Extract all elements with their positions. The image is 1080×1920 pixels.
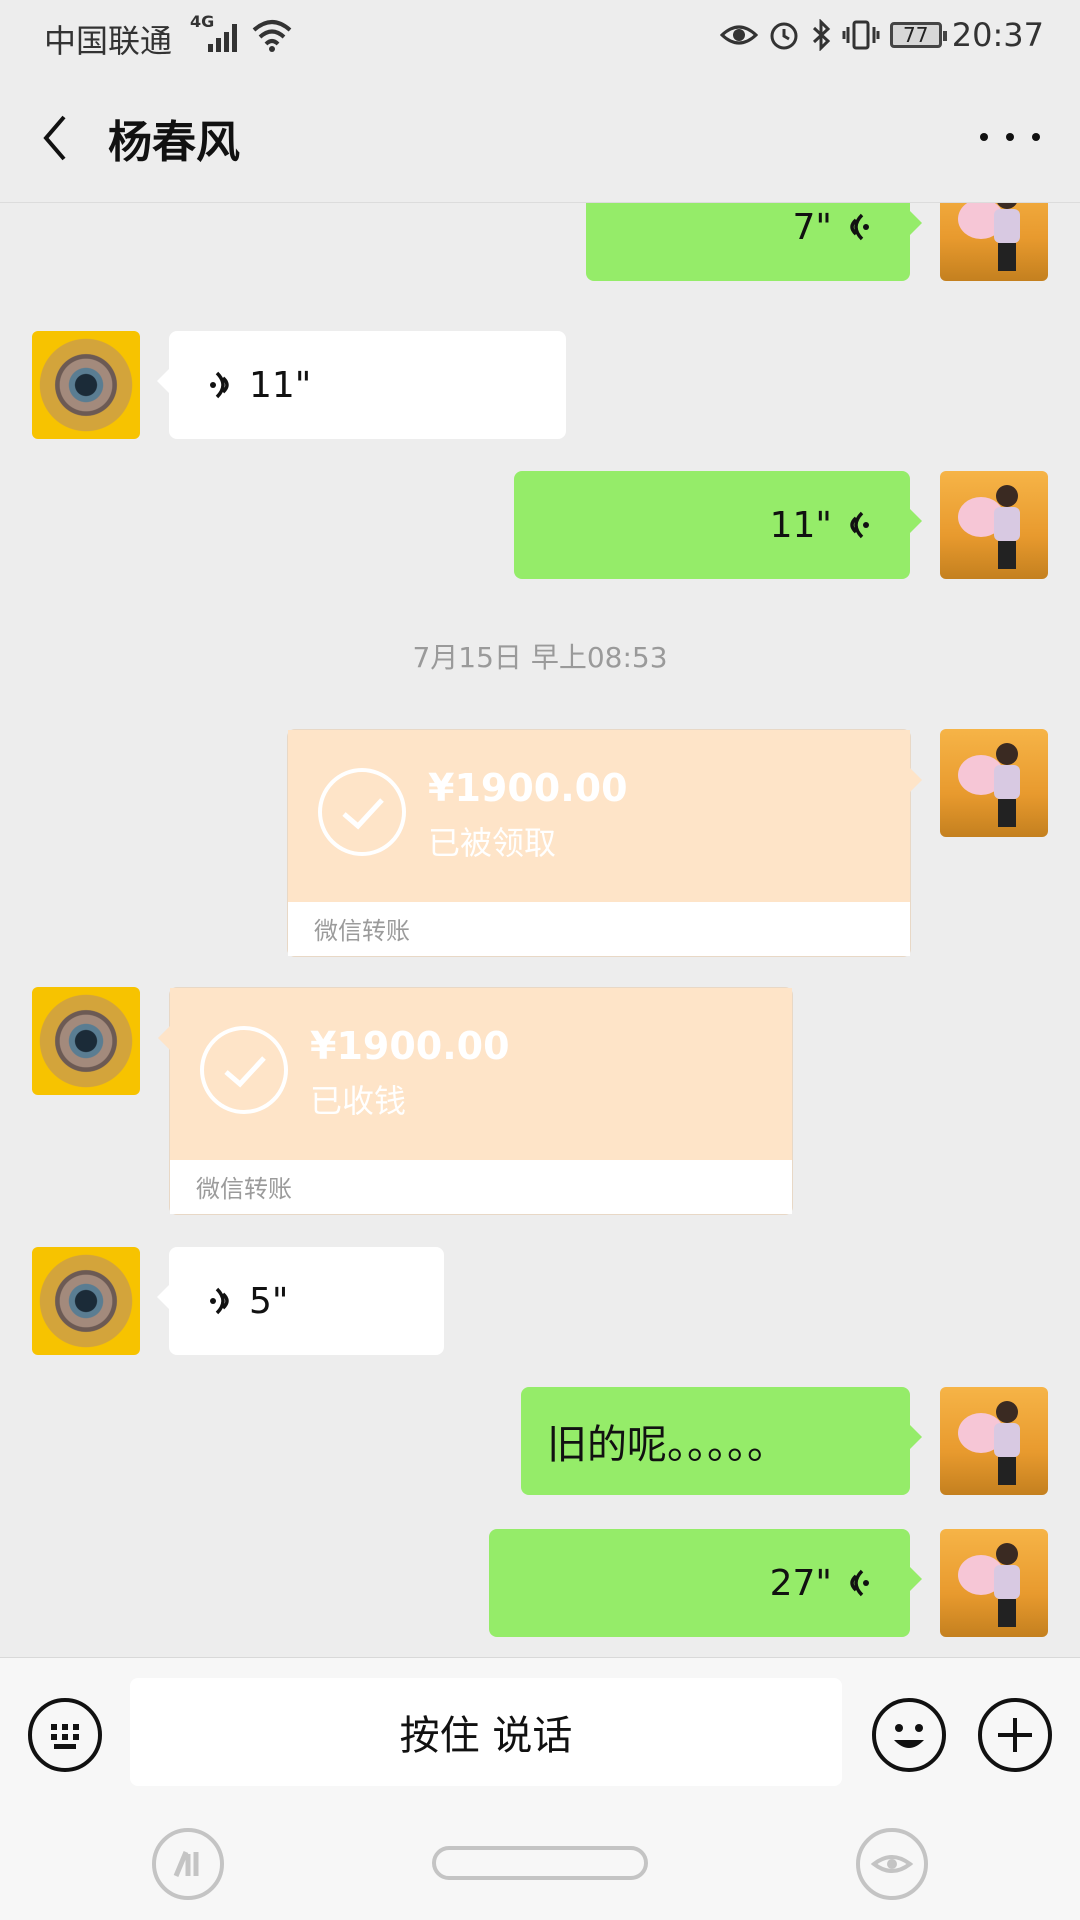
plus-icon bbox=[998, 1718, 1032, 1752]
app-logo-icon bbox=[173, 1851, 199, 1877]
voice-duration: 11" bbox=[249, 364, 312, 406]
voice-wave-icon bbox=[850, 213, 869, 241]
bluetooth-icon bbox=[812, 19, 830, 51]
clock-label: 20:37 bbox=[951, 16, 1044, 54]
more-dot-icon bbox=[1032, 133, 1040, 141]
voice-message-bubble[interactable]: 11" bbox=[514, 471, 922, 579]
voice-duration: 5" bbox=[249, 1280, 289, 1322]
transfer-card[interactable]: ¥1900.00 已收钱 微信转账 bbox=[158, 987, 793, 1215]
voice-duration: 11" bbox=[769, 504, 832, 546]
message-row: 5" bbox=[0, 1247, 1080, 1355]
transfer-card[interactable]: ¥1900.00 已被领取 微信转账 bbox=[287, 729, 922, 957]
alarm-icon bbox=[770, 22, 798, 50]
emoji-button[interactable] bbox=[872, 1698, 946, 1772]
voice-message-bubble[interactable]: 7" bbox=[586, 203, 922, 281]
check-circle-icon bbox=[200, 1026, 288, 1114]
transfer-label: 微信转账 bbox=[314, 917, 410, 945]
chat-title: 杨春风 bbox=[108, 117, 240, 168]
more-dot-icon bbox=[980, 133, 988, 141]
chevron-left-icon bbox=[43, 115, 66, 161]
eye-shield-icon bbox=[870, 1855, 914, 1873]
contact-avatar[interactable] bbox=[32, 331, 140, 439]
voice-message-bubble[interactable]: 27" bbox=[489, 1529, 922, 1637]
more-dot-icon bbox=[1006, 133, 1014, 141]
keyboard-toggle-button[interactable] bbox=[28, 1698, 102, 1772]
message-row: ¥1900.00 已收钱 微信转账 bbox=[0, 987, 1080, 1215]
voice-wave-icon bbox=[210, 1287, 229, 1315]
voice-wave-icon bbox=[850, 1569, 869, 1597]
contact-avatar[interactable] bbox=[32, 987, 140, 1095]
my-avatar[interactable] bbox=[940, 1529, 1048, 1637]
my-avatar[interactable] bbox=[940, 203, 1048, 281]
signal-icon bbox=[208, 20, 244, 52]
nav-assistant-button[interactable] bbox=[856, 1828, 928, 1900]
more-functions-button[interactable] bbox=[978, 1698, 1052, 1772]
transfer-status: 已被领取 bbox=[428, 824, 557, 862]
voice-wave-icon bbox=[850, 511, 869, 539]
nav-home-button[interactable] bbox=[432, 1846, 648, 1880]
message-text: 旧的呢。。。。。 bbox=[547, 1422, 787, 1468]
nav-back-gesture-button[interactable] bbox=[152, 1828, 224, 1900]
text-message-bubble[interactable]: 旧的呢。。。。。 bbox=[521, 1387, 922, 1495]
battery-level: 77 bbox=[903, 23, 929, 47]
keyboard-icon bbox=[51, 1724, 79, 1749]
more-button[interactable] bbox=[980, 122, 1040, 152]
voice-message-bubble[interactable]: 11" bbox=[157, 331, 566, 439]
message-row: ¥1900.00 已被领取 微信转账 bbox=[0, 729, 1080, 957]
message-row: 旧的呢。。。。。 bbox=[0, 1387, 1080, 1495]
smiley-icon bbox=[894, 1724, 924, 1748]
transfer-amount: ¥1900.00 bbox=[428, 766, 628, 810]
transfer-label: 微信转账 bbox=[196, 1175, 292, 1203]
chat-header: 杨春风 bbox=[0, 76, 1080, 203]
vibrate-icon bbox=[842, 20, 880, 50]
system-nav-bar bbox=[0, 1808, 1080, 1920]
my-avatar[interactable] bbox=[940, 1387, 1048, 1495]
transfer-amount: ¥1900.00 bbox=[310, 1024, 510, 1068]
my-avatar[interactable] bbox=[940, 729, 1048, 837]
message-row: 11" bbox=[0, 471, 1080, 579]
voice-message-bubble[interactable]: 5" bbox=[157, 1247, 444, 1355]
message-row: 27" bbox=[0, 1529, 1080, 1637]
message-list[interactable]: 7" 11" 11" 7月15日 早上08:53 ¥1900.00 已被领取 微… bbox=[0, 203, 1080, 1657]
message-timestamp: 7月15日 早上08:53 bbox=[412, 641, 668, 674]
check-circle-icon bbox=[318, 768, 406, 856]
status-right-group: 77 20:37 bbox=[719, 16, 1044, 54]
wifi-icon bbox=[252, 20, 292, 52]
voice-duration: 7" bbox=[792, 206, 832, 248]
battery-icon: 77 bbox=[889, 22, 947, 48]
message-row: 11" bbox=[0, 331, 1080, 439]
carrier-label: 中国联通 bbox=[44, 22, 173, 60]
voice-wave-icon bbox=[210, 371, 229, 399]
contact-avatar[interactable] bbox=[32, 1247, 140, 1355]
my-avatar[interactable] bbox=[940, 471, 1048, 579]
hold-to-talk-button[interactable]: 按住 说话 bbox=[130, 1678, 842, 1786]
back-button[interactable] bbox=[30, 108, 80, 168]
status-bar: 中国联通 4G 77 20:37 bbox=[0, 0, 1080, 76]
input-bar: 按住 说话 bbox=[0, 1657, 1080, 1808]
transfer-status: 已收钱 bbox=[310, 1082, 407, 1120]
message-row: 7" bbox=[0, 203, 1080, 301]
eye-icon bbox=[719, 25, 758, 45]
voice-duration: 27" bbox=[769, 1562, 832, 1604]
